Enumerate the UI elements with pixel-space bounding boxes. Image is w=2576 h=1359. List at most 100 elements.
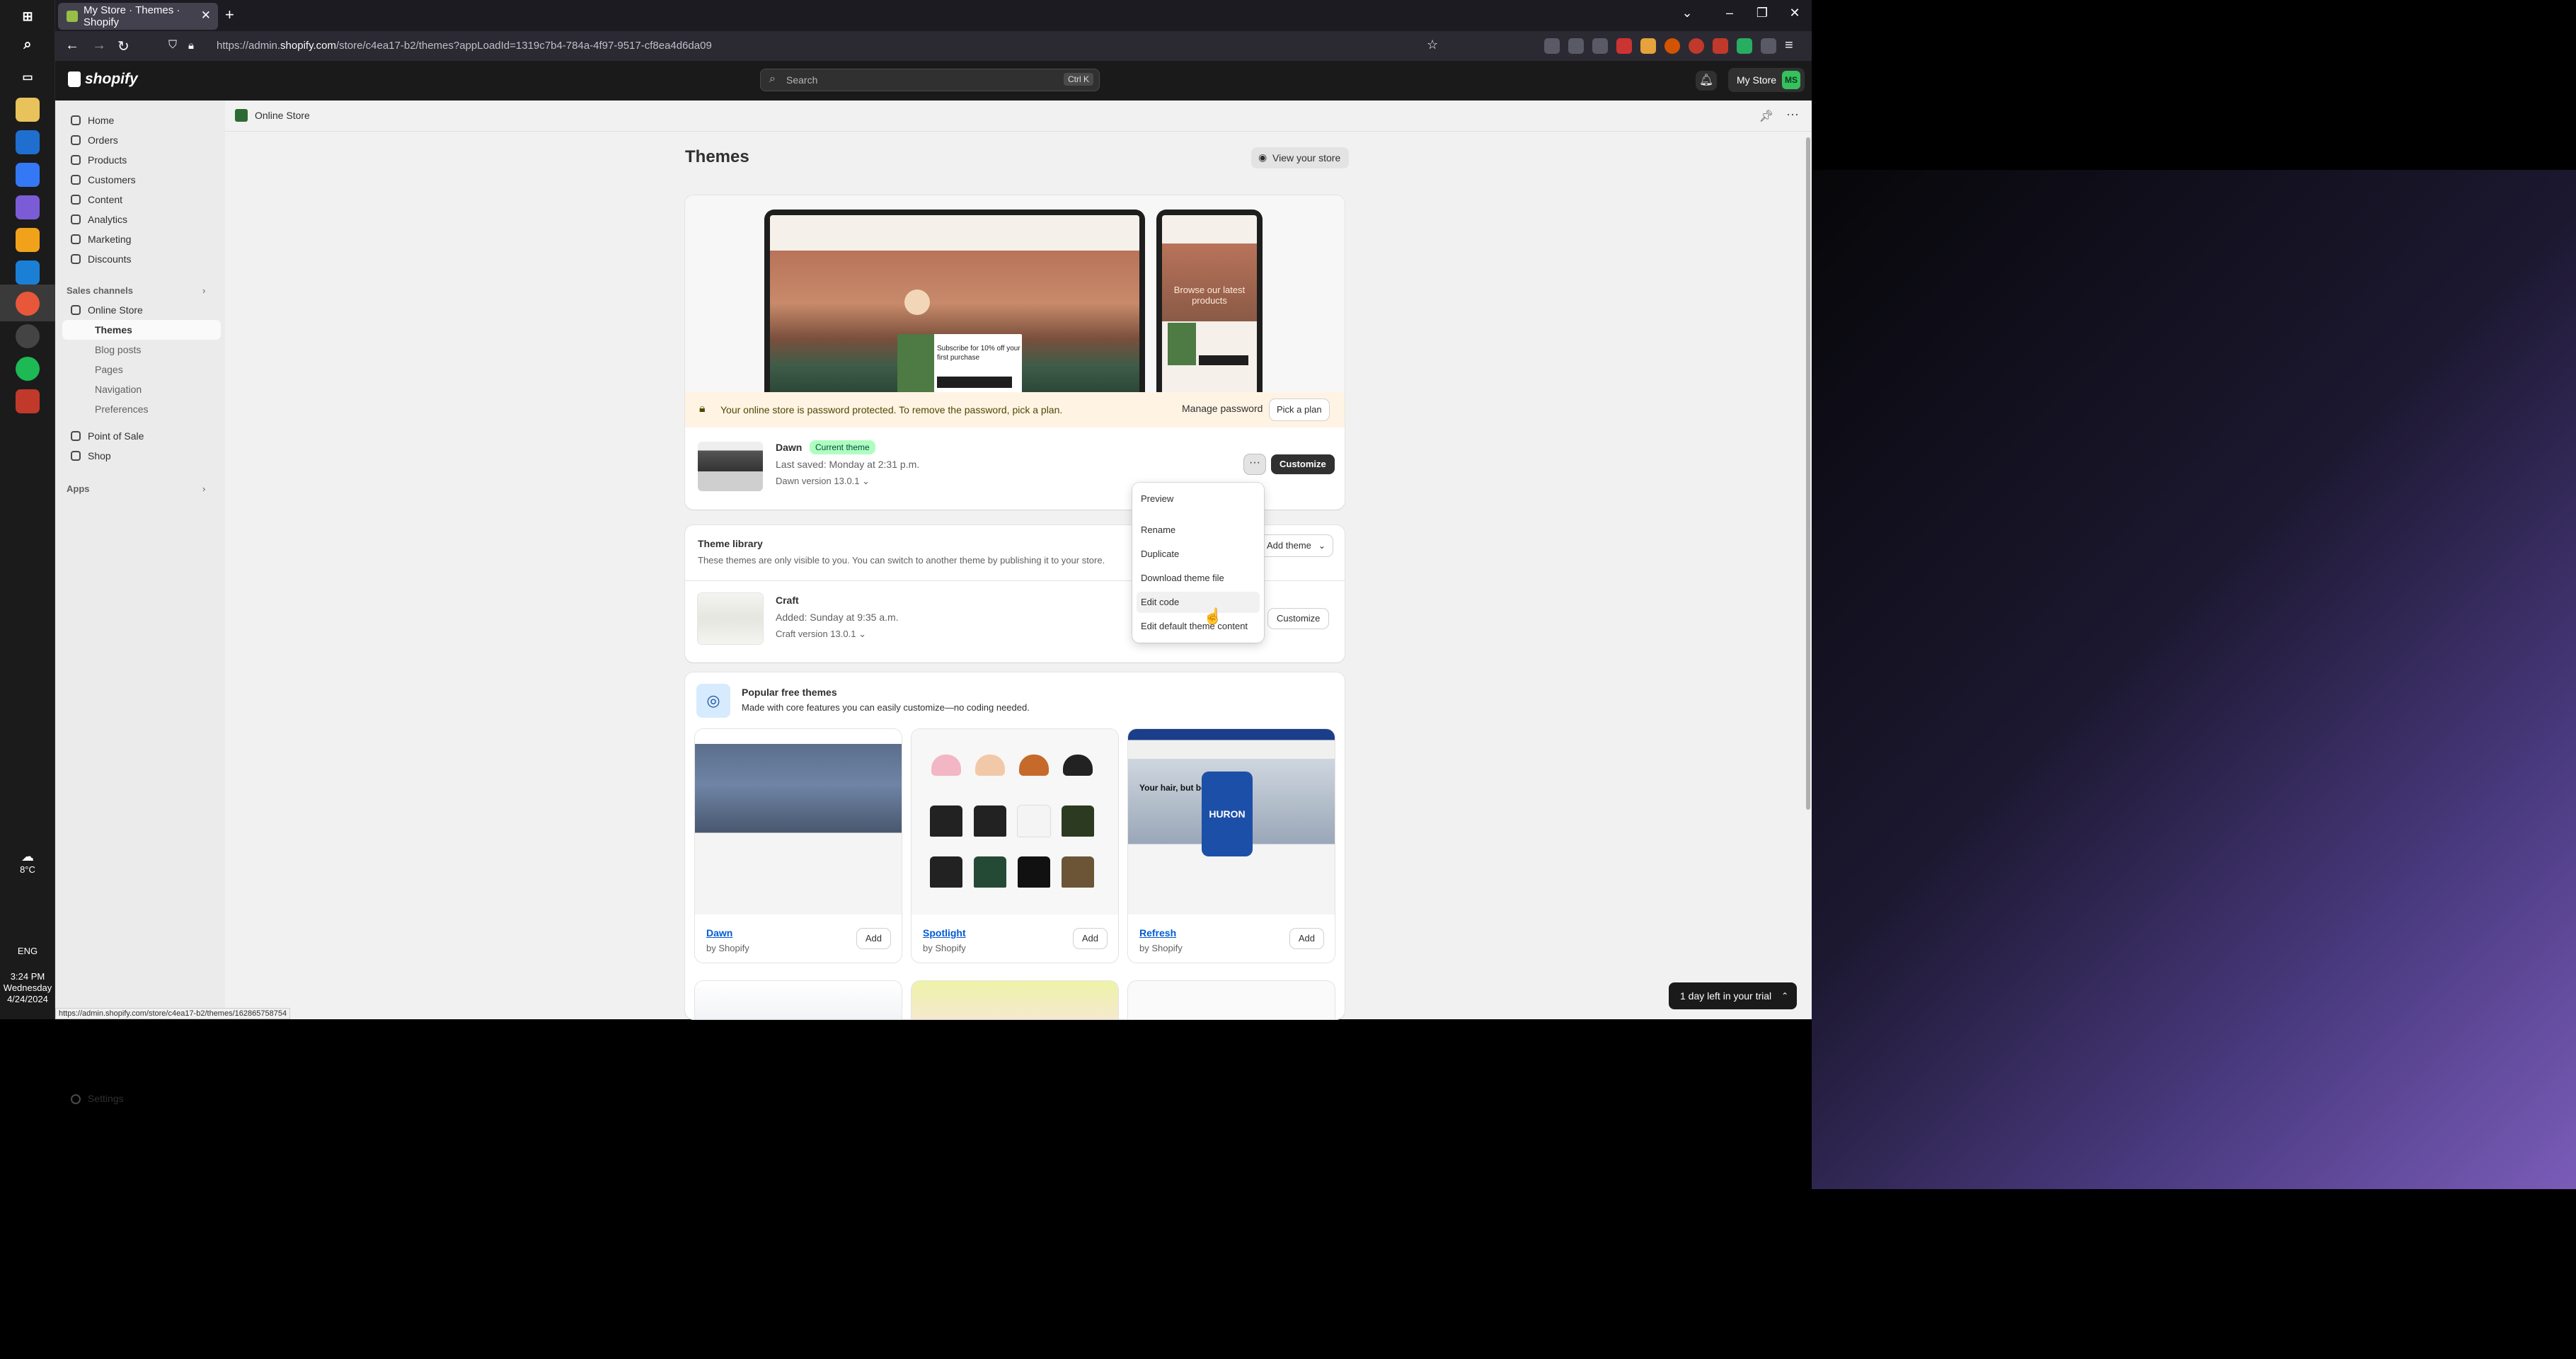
add-button[interactable]: Add [1073, 929, 1107, 948]
extension-icon[interactable] [1640, 38, 1656, 54]
extension-icon[interactable] [1664, 38, 1680, 54]
theme-preview[interactable]: Subscribe for 10% off your first purchas… [685, 195, 1345, 398]
todo-icon[interactable] [16, 163, 40, 187]
theme-name-link[interactable]: Dawn [706, 927, 732, 939]
pick-plan-button[interactable]: Pick a plan [1270, 399, 1329, 420]
more-horizontal-icon[interactable]: ⋯ [1786, 108, 1799, 122]
task-view-icon[interactable]: ▭ [16, 65, 40, 89]
sidebar-item-discounts[interactable]: Discounts [62, 249, 221, 269]
sidebar-item-orders[interactable]: Orders [62, 130, 221, 150]
windows-start-icon[interactable]: ⊞ [16, 4, 40, 28]
sidebar-item-products[interactable]: Products [62, 150, 221, 170]
version-dropdown[interactable]: Dawn version 13.0.1 ⌄ [776, 476, 870, 487]
search-icon[interactable]: ⌕ [16, 33, 40, 57]
scrollbar-thumb[interactable] [1806, 137, 1810, 810]
sidebar-item-settings[interactable]: Settings [62, 1093, 124, 1104]
menu-item-duplicate[interactable]: Duplicate [1137, 544, 1260, 565]
apps-heading[interactable]: Apps [62, 483, 90, 494]
extensions-puzzle-icon[interactable] [1761, 38, 1776, 54]
firefox-icon[interactable] [16, 292, 40, 316]
menu-item-preview[interactable]: Preview [1137, 488, 1260, 510]
sidebar-item-online-store[interactable]: Online Store [62, 300, 221, 320]
browser-tab[interactable]: My Store · Themes · Shopify ✕ [58, 3, 218, 30]
sidebar-item-point-of-sale[interactable]: Point of Sale [62, 426, 221, 446]
reload-icon[interactable]: ↻ [117, 38, 130, 55]
extension-icon[interactable] [1713, 38, 1728, 54]
menu-item-edit-code[interactable]: Edit code [1137, 592, 1260, 613]
weather-widget[interactable]: ☁ 8°C [0, 849, 55, 875]
sales-channels-heading[interactable]: Sales channels [62, 285, 133, 296]
address-bar[interactable]: https://admin.shopify.com/store/c4ea17-b… [217, 35, 712, 57]
add-button[interactable]: Add [1289, 929, 1323, 948]
sidebar-item-pages[interactable]: Pages [62, 360, 221, 379]
sidebar-item-home[interactable]: Home [62, 110, 221, 130]
app-icon[interactable] [16, 389, 40, 413]
sidebar-item-content[interactable]: Content [62, 190, 221, 210]
spotify-icon[interactable] [16, 357, 40, 381]
theme-name-link[interactable]: Spotlight [923, 927, 966, 939]
theme-card-spotlight[interactable]: Spotlight by Shopify Add [912, 729, 1118, 963]
version-dropdown[interactable]: Craft version 13.0.1 ⌄ [776, 629, 866, 640]
sidebar-item-analytics[interactable]: Analytics [62, 210, 221, 229]
theme-card[interactable] [912, 981, 1118, 1019]
extension-icon[interactable] [1616, 38, 1632, 54]
new-tab-icon[interactable]: + [225, 6, 234, 24]
chevron-right-icon[interactable]: › [202, 483, 205, 494]
file-explorer-icon[interactable] [16, 98, 40, 122]
sidebar-item-preferences[interactable]: Preferences [62, 399, 221, 419]
shopify-logo[interactable]: shopify [68, 71, 138, 88]
breadcrumb[interactable]: Online Store [255, 110, 310, 121]
manage-password-button[interactable]: Manage password [1182, 403, 1263, 414]
sidebar-item-marketing[interactable]: Marketing [62, 229, 221, 249]
theme-card[interactable] [1128, 981, 1335, 1019]
theme-name-link[interactable]: Refresh [1139, 927, 1176, 939]
vscode-icon[interactable] [16, 260, 40, 285]
outlook-icon[interactable] [16, 130, 40, 154]
theme-actions-button[interactable]: ··· [1244, 454, 1265, 474]
theme-card-refresh[interactable]: Your hair, but better. HURON Refresh by … [1128, 729, 1335, 963]
lock-icon[interactable]: 🔒︎ [188, 40, 194, 52]
back-icon[interactable]: ← [65, 38, 79, 54]
customize-button[interactable]: Customize [1268, 609, 1329, 629]
extension-icon[interactable] [1568, 38, 1584, 54]
add-button[interactable]: Add [856, 929, 890, 948]
menu-hamburger-icon[interactable]: ≡ [1785, 38, 1800, 54]
pin-icon[interactable]: 📌︎ [1759, 109, 1773, 123]
system-clock[interactable]: 3:24 PM Wednesday 4/24/2024 [0, 971, 55, 1005]
restore-icon[interactable]: ❐ [1748, 6, 1776, 21]
menu-item-download-theme-file[interactable]: Download theme file [1137, 568, 1260, 589]
trial-banner-button[interactable]: 1 day left in your trial ⌃ [1669, 982, 1798, 1009]
sidebar-item-navigation[interactable]: Navigation [62, 379, 221, 399]
scrollbar[interactable] [1805, 132, 1812, 1019]
theme-card[interactable] [695, 981, 902, 1019]
close-window-icon[interactable]: ✕ [1781, 6, 1809, 21]
bookmark-star-icon[interactable]: ☆ [1427, 38, 1438, 52]
close-tab-icon[interactable]: ✕ [201, 8, 211, 23]
view-store-button[interactable]: ◉ View your store [1251, 147, 1350, 168]
app-icon[interactable] [16, 324, 40, 348]
minimize-icon[interactable]: – [1715, 6, 1744, 21]
menu-item-rename[interactable]: Rename [1137, 520, 1260, 541]
customize-button[interactable]: Customize [1271, 454, 1335, 474]
theme-card-dawn[interactable]: Dawn by Shopify Add [695, 729, 902, 963]
pocket-icon[interactable] [1544, 38, 1560, 54]
add-theme-button[interactable]: Add theme ⌄ [1258, 535, 1333, 556]
extension-icon[interactable] [1689, 38, 1704, 54]
chevron-right-icon[interactable]: › [202, 285, 205, 296]
search-input[interactable]: ⌕ Search Ctrl K [760, 69, 1100, 91]
extension-icon[interactable] [1737, 38, 1752, 54]
app-icon[interactable] [16, 195, 40, 219]
list-all-tabs-icon[interactable]: ⌄ [1673, 6, 1701, 21]
sidebar-item-themes[interactable]: Themes [62, 320, 221, 340]
store-menu-button[interactable]: My Store MS [1728, 68, 1805, 92]
menu-item-edit-default-theme-content[interactable]: Edit default theme content [1137, 616, 1260, 637]
forward-icon[interactable]: → [92, 38, 106, 54]
sidebar-item-shop[interactable]: Shop [62, 446, 221, 466]
extension-icon[interactable] [1592, 38, 1608, 54]
app-icon[interactable] [16, 228, 40, 252]
notifications-bell-icon[interactable]: 🔔︎ [1696, 71, 1717, 91]
language-indicator[interactable]: ENG [0, 946, 55, 956]
shield-icon[interactable]: ⛉ [168, 39, 177, 52]
sidebar-item-blog-posts[interactable]: Blog posts [62, 340, 221, 360]
sidebar-item-customers[interactable]: Customers [62, 170, 221, 190]
